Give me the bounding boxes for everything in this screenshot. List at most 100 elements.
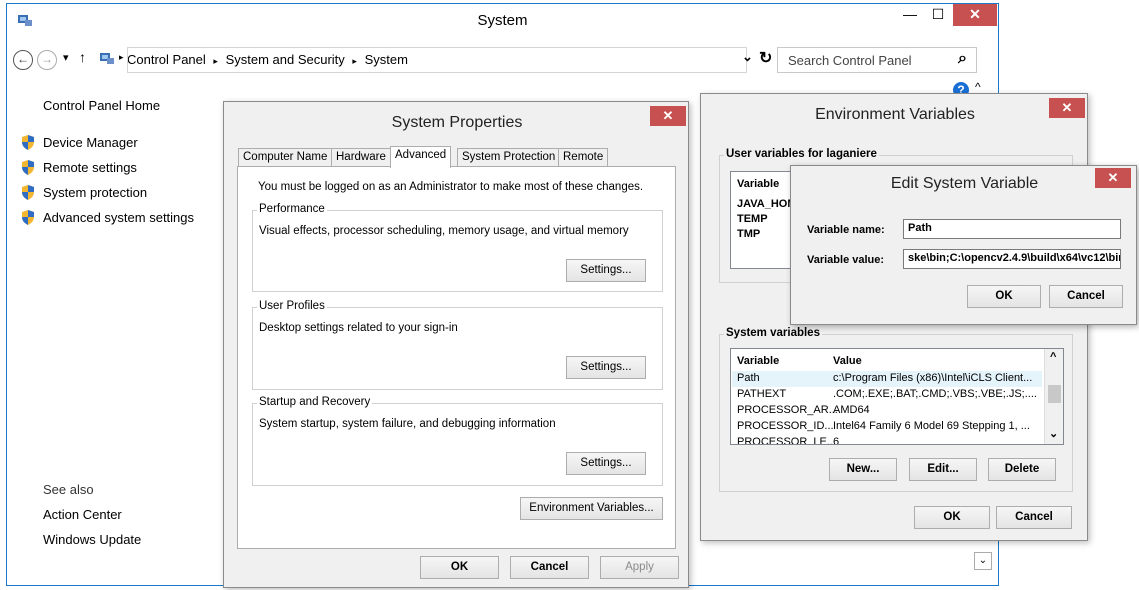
breadcrumb-system[interactable]: System (365, 52, 408, 67)
performance-desc: Visual effects, processor scheduling, me… (259, 225, 629, 237)
ok-button[interactable]: OK (420, 556, 499, 579)
performance-group: Performance Visual effects, processor sc… (252, 203, 663, 292)
tab-system-protection[interactable]: System Protection (457, 148, 561, 167)
scroll-down-icon[interactable]: ⌄ (974, 552, 992, 570)
back-icon[interactable]: ← (13, 50, 33, 70)
address-bar[interactable]: Control Panel ▸ System and Security ▸ Sy… (127, 48, 767, 72)
table-row-value[interactable]: .COM;.EXE;.BAT;.CMD;.VBS;.VBE;.JS;.... (833, 388, 1037, 400)
title-bar: System — ☐ ✕ (7, 4, 998, 38)
tab-computer-name[interactable]: Computer Name (238, 148, 333, 167)
system-variables-group: System variables Variable Value Path c:\… (719, 327, 1073, 492)
table-row-variable[interactable]: Path (737, 372, 760, 384)
remote-settings-link[interactable]: Remote settings (43, 160, 137, 175)
apply-button[interactable]: Apply (600, 556, 679, 579)
scroll-up-icon[interactable]: ^ (975, 80, 981, 94)
startup-recovery-title: Startup and Recovery (257, 396, 373, 408)
system-protection-link[interactable]: System protection (43, 185, 147, 200)
refresh-icon[interactable]: ↻ (759, 48, 772, 68)
ok-button[interactable]: OK (914, 506, 990, 529)
performance-settings-button[interactable]: Settings... (566, 259, 646, 282)
scrollbar[interactable]: ^ ⌄ (1044, 349, 1063, 444)
new-variable-button[interactable]: New... (829, 458, 897, 481)
close-icon[interactable]: ✕ (1095, 168, 1131, 188)
table-row-variable[interactable]: PROCESSOR_LE... (737, 436, 836, 444)
system-properties-dialog: System Properties ✕ Computer Name Hardwa… (223, 101, 689, 588)
system-variables-list[interactable]: Variable Value Path c:\Program Files (x8… (730, 348, 1064, 445)
maximize-button[interactable]: ☐ (925, 4, 951, 26)
edit-system-variable-dialog: Edit System Variable ✕ Variable name: Pa… (790, 165, 1137, 325)
windows-update-link[interactable]: Windows Update (43, 532, 141, 547)
breadcrumb-control-panel[interactable]: Control Panel (127, 52, 206, 67)
see-also-label: See also (43, 482, 94, 497)
user-profiles-settings-button[interactable]: Settings... (566, 356, 646, 379)
variable-value-field[interactable]: ske\bin;C:\opencv2.4.9\build\x64\vc12\bi… (903, 249, 1121, 269)
control-panel-icon (100, 53, 114, 64)
search-icon[interactable]: ⌕ (958, 50, 967, 68)
cancel-button[interactable]: Cancel (510, 556, 589, 579)
admin-note: You must be logged on as an Administrato… (258, 181, 644, 193)
user-variables-title: User variables for laganiere (724, 148, 879, 160)
tab-hardware[interactable]: Hardware (331, 148, 391, 167)
list-item[interactable]: TEMP (737, 213, 768, 225)
scroll-down-icon[interactable]: ⌄ (1049, 427, 1058, 440)
startup-settings-button[interactable]: Settings... (566, 452, 646, 475)
dialog-title: Environment Variables (815, 106, 975, 123)
breadcrumb: Control Panel ▸ System and Security ▸ Sy… (127, 52, 408, 67)
close-icon[interactable]: ✕ (650, 106, 686, 126)
table-row-value[interactable]: Intel64 Family 6 Model 69 Stepping 1, ..… (833, 420, 1030, 432)
search-input[interactable]: Search Control Panel ⌕ (777, 47, 977, 73)
startup-recovery-desc: System startup, system failure, and debu… (259, 418, 556, 430)
tab-remote[interactable]: Remote (558, 148, 609, 167)
edit-variable-button[interactable]: Edit... (909, 458, 977, 481)
table-row-variable[interactable]: PATHEXT (737, 388, 786, 400)
scroll-up-icon[interactable]: ^ (1050, 351, 1056, 363)
ok-button[interactable]: OK (967, 285, 1041, 308)
action-center-link[interactable]: Action Center (43, 507, 122, 522)
shield-icon (22, 210, 34, 225)
column-header-variable[interactable]: Variable (737, 355, 779, 367)
variable-name-label: Variable name: (807, 224, 885, 236)
cancel-button[interactable]: Cancel (1049, 285, 1123, 308)
variable-name-field[interactable]: Path (903, 219, 1121, 239)
tab-advanced[interactable]: Advanced (390, 146, 452, 168)
table-row-variable[interactable]: PROCESSOR_ID... (737, 420, 834, 432)
breadcrumb-separator-icon: ▸ (119, 52, 124, 62)
environment-variables-button[interactable]: Environment Variables... (520, 497, 663, 520)
breadcrumb-system-and-security[interactable]: System and Security (226, 52, 345, 67)
list-item[interactable]: TMP (737, 228, 760, 240)
advanced-tab-panel: You must be logged on as an Administrato… (237, 166, 676, 549)
up-icon[interactable]: ↑ (79, 49, 86, 65)
cancel-button[interactable]: Cancel (996, 506, 1072, 529)
table-row-variable[interactable]: PROCESSOR_AR... (737, 404, 838, 416)
column-header-value[interactable]: Value (833, 355, 862, 367)
close-button[interactable]: ✕ (953, 4, 997, 26)
dialog-title: System Properties (391, 114, 523, 131)
advanced-system-settings-link[interactable]: Advanced system settings (43, 210, 194, 225)
forward-icon[interactable]: → (37, 50, 57, 70)
device-manager-link[interactable]: Device Manager (43, 135, 138, 150)
system-variables-title: System variables (724, 327, 822, 339)
user-profiles-desc: Desktop settings related to your sign-in (259, 322, 458, 334)
shield-icon (22, 135, 34, 150)
list-item[interactable]: JAVA_HOM (737, 198, 797, 210)
control-panel-home-link[interactable]: Control Panel Home (43, 98, 160, 113)
address-dropdown-icon[interactable]: ⌄ (742, 49, 753, 65)
performance-title: Performance (257, 203, 327, 215)
minimize-button[interactable]: — (897, 4, 923, 26)
startup-recovery-group: Startup and Recovery System startup, sys… (252, 396, 663, 486)
breadcrumb-separator-icon: ▸ (352, 56, 357, 66)
shield-icon (22, 185, 34, 200)
breadcrumb-separator-icon: ▸ (213, 56, 218, 66)
table-row-value[interactable]: 6 (833, 436, 839, 444)
scrollbar-thumb[interactable] (1048, 385, 1061, 403)
search-placeholder: Search Control Panel (788, 53, 912, 68)
delete-variable-button[interactable]: Delete (988, 458, 1056, 481)
column-header-variable[interactable]: Variable (737, 178, 779, 190)
dialog-title: Edit System Variable (890, 175, 1039, 192)
table-row-value[interactable]: AMD64 (833, 404, 870, 416)
close-icon[interactable]: ✕ (1049, 98, 1085, 118)
shield-icon (22, 160, 34, 175)
table-row-value[interactable]: c:\Program Files (x86)\Intel\iCLS Client… (833, 372, 1032, 384)
user-profiles-title: User Profiles (257, 300, 327, 312)
recent-locations-icon[interactable]: ▾ (63, 51, 69, 64)
